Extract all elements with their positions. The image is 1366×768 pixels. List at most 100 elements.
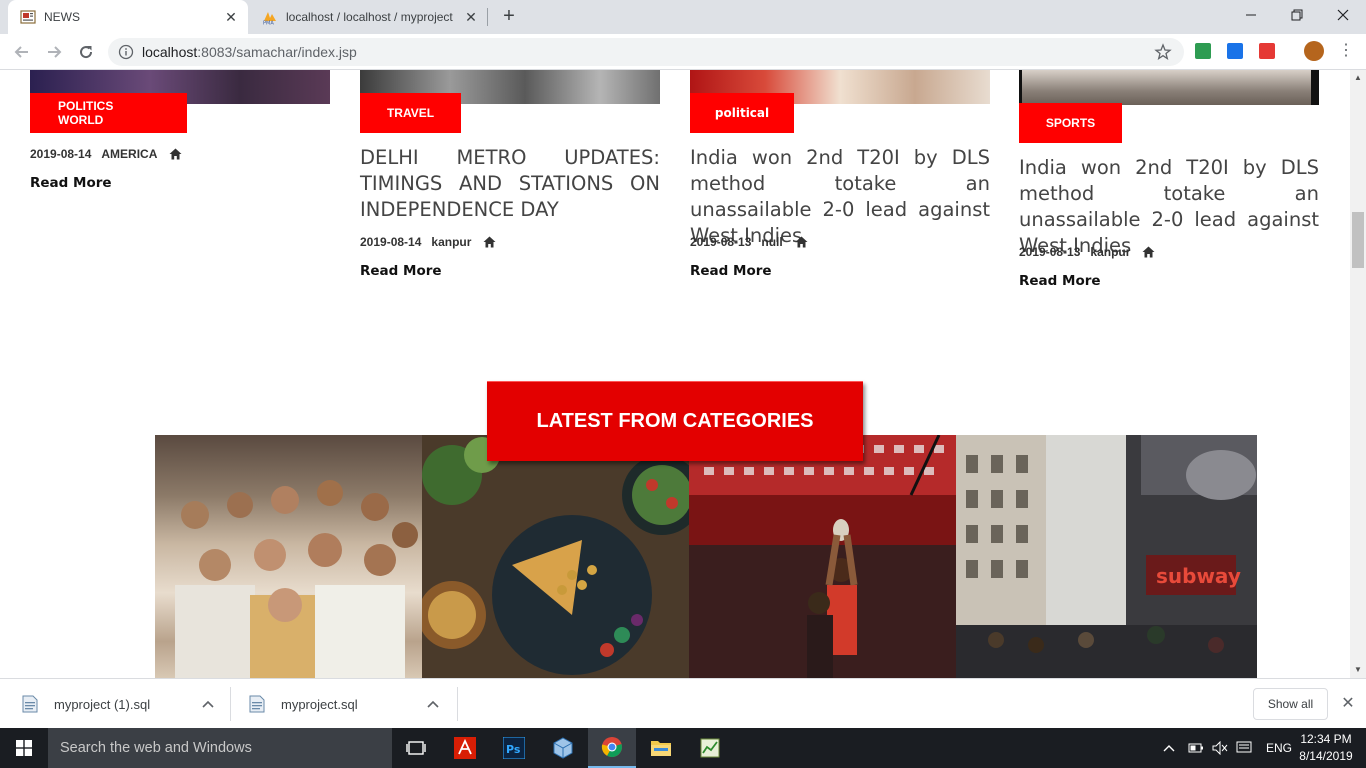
url-host: localhost — [142, 44, 198, 60]
travel-category-image[interactable]: subway — [956, 435, 1257, 678]
read-more-link[interactable]: Read More — [360, 263, 442, 279]
home-icon — [169, 148, 182, 160]
phpmyadmin-favicon-icon: PMA — [263, 12, 276, 26]
news-date: 2019-08-14 — [360, 235, 422, 249]
category-badge[interactable]: TRAVEL — [360, 93, 461, 133]
subway-sign-text: subway — [1156, 564, 1241, 588]
news-headline[interactable]: DELHI METRO UPDATES: TIMINGS AND STATION… — [360, 145, 660, 223]
download-divider — [230, 687, 231, 721]
photoshop-icon[interactable]: Ps — [490, 728, 538, 768]
news-meta: 2019-08-14 kanpur — [360, 235, 496, 249]
new-tab-icon[interactable]: + — [498, 6, 520, 28]
virtualbox-icon[interactable] — [539, 728, 587, 768]
news-location: kanpur — [1090, 245, 1131, 259]
reload-icon[interactable] — [74, 40, 98, 64]
browser-toolbar: localhost:8083/samachar/index.jsp ⋮ — [0, 34, 1366, 70]
download-item[interactable]: myproject (1).sql — [22, 679, 222, 729]
scroll-up-arrow-icon[interactable]: ▲ — [1353, 73, 1363, 83]
task-view-icon[interactable] — [392, 728, 440, 768]
home-icon — [795, 236, 808, 248]
news-favicon-icon — [20, 10, 36, 24]
home-icon — [1142, 246, 1155, 258]
menu-kebab-icon[interactable]: ⋮ — [1338, 43, 1354, 59]
page-scrollbar[interactable]: ▲ ▼ — [1350, 70, 1366, 678]
download-filename: myproject (1).sql — [54, 696, 151, 712]
forward-arrow-icon[interactable] — [42, 40, 66, 64]
news-meta: 2019-08-13 null — [690, 235, 808, 249]
system-tray: ENG — [1163, 728, 1292, 768]
news-headline[interactable]: India won 2nd T20I by DLS method totake … — [1019, 155, 1319, 259]
latest-from-categories-button[interactable]: LATEST FROM CATEGORIES — [487, 381, 863, 461]
language-indicator[interactable]: ENG — [1266, 741, 1292, 755]
news-date: 2019-08-13 — [690, 235, 752, 249]
news-date: 2019-08-13 — [1019, 245, 1081, 259]
show-hidden-icons-icon[interactable] — [1163, 744, 1175, 752]
download-filename: myproject.sql — [281, 696, 358, 712]
tab-title: localhost / localhost / myproject — [286, 10, 453, 24]
close-shelf-icon[interactable]: ✕ — [1339, 695, 1357, 713]
pdf-extension-icon[interactable] — [1259, 43, 1275, 59]
page-viewport: POLITICS WORLD 2019-08-14 AMERICA Read M… — [0, 70, 1350, 678]
windows-start-icon[interactable] — [0, 728, 48, 768]
news-meta: 2019-08-13 kanpur — [1019, 245, 1155, 259]
tab-title: NEWS — [44, 10, 80, 24]
profile-avatar[interactable] — [1304, 41, 1324, 61]
download-divider — [457, 687, 458, 721]
category-image-strip: subway — [155, 435, 1257, 678]
home-icon — [483, 236, 496, 248]
download-item[interactable]: myproject.sql — [249, 679, 449, 729]
close-window-icon[interactable] — [1320, 0, 1366, 30]
scroll-down-arrow-icon[interactable]: ▼ — [1353, 665, 1363, 675]
news-date: 2019-08-14 — [30, 147, 92, 161]
task-manager-icon[interactable] — [686, 728, 734, 768]
info-icon[interactable] — [118, 44, 134, 60]
news-location: kanpur — [431, 235, 472, 249]
tab-phpmyadmin[interactable]: PMA localhost / localhost / myproject ✕ — [250, 0, 488, 34]
volume-muted-icon[interactable] — [1212, 741, 1228, 755]
tab-news[interactable]: NEWS ✕ — [8, 0, 248, 34]
close-tab-icon[interactable]: ✕ — [462, 8, 480, 26]
svg-text:PMA: PMA — [263, 21, 274, 26]
news-meta: 2019-08-14 AMERICA — [30, 147, 182, 161]
address-bar[interactable]: localhost:8083/samachar/index.jsp — [108, 38, 1184, 66]
chevron-up-icon[interactable] — [427, 699, 439, 709]
clock-date: 8/14/2019 — [1299, 749, 1353, 763]
read-more-link[interactable]: Read More — [690, 263, 772, 279]
chrome-icon[interactable] — [588, 728, 636, 768]
sports-category-image[interactable] — [689, 435, 956, 678]
news-card-image[interactable] — [1019, 70, 1319, 105]
food-category-image[interactable] — [422, 435, 689, 678]
read-more-link[interactable]: Read More — [30, 175, 112, 191]
url-path: :8083/samachar/index.jsp — [197, 44, 357, 60]
close-tab-icon[interactable]: ✕ — [222, 8, 240, 26]
chevron-up-icon[interactable] — [202, 699, 214, 709]
back-arrow-icon[interactable] — [10, 40, 34, 64]
restore-icon[interactable] — [1274, 0, 1320, 30]
clock-time: 12:34 PM — [1300, 732, 1352, 746]
search-extension-icon[interactable] — [1227, 43, 1243, 59]
news-location: AMERICA — [101, 147, 158, 161]
bookmark-star-icon[interactable] — [1154, 43, 1172, 61]
svg-text:Ps: Ps — [506, 743, 521, 756]
sql-file-icon — [249, 695, 265, 713]
read-more-link[interactable]: Read More — [1019, 273, 1101, 289]
file-explorer-icon[interactable] — [637, 728, 685, 768]
battery-icon[interactable] — [1188, 742, 1204, 754]
taskbar-clock[interactable]: 12:34 PM 8/14/2019 — [1290, 731, 1362, 765]
action-center-icon[interactable] — [1236, 741, 1252, 755]
news-location: null — [761, 235, 783, 249]
adobe-reader-icon[interactable] — [441, 728, 489, 768]
news-headline[interactable]: India won 2nd T20I by DLS method totake … — [690, 145, 990, 249]
scrollbar-thumb[interactable] — [1352, 212, 1364, 268]
browser-tab-strip: NEWS ✕ PMA localhost / localhost / mypro… — [0, 0, 1366, 34]
show-all-button[interactable]: Show all — [1253, 688, 1328, 720]
category-badge[interactable]: political — [690, 93, 794, 133]
category-badge[interactable]: SPORTS — [1019, 103, 1122, 143]
download-shelf: myproject (1).sql myproject.sql Show all… — [0, 678, 1366, 728]
minimize-icon[interactable] — [1228, 0, 1274, 30]
taskbar-search-box[interactable]: Search the web and Windows — [48, 728, 392, 768]
sheets-extension-icon[interactable] — [1195, 43, 1211, 59]
windows-taskbar: Search the web and Windows Ps ENG 12:34 … — [0, 728, 1366, 768]
category-badge[interactable]: POLITICS WORLD — [30, 93, 187, 133]
politics-category-image[interactable] — [155, 435, 422, 678]
